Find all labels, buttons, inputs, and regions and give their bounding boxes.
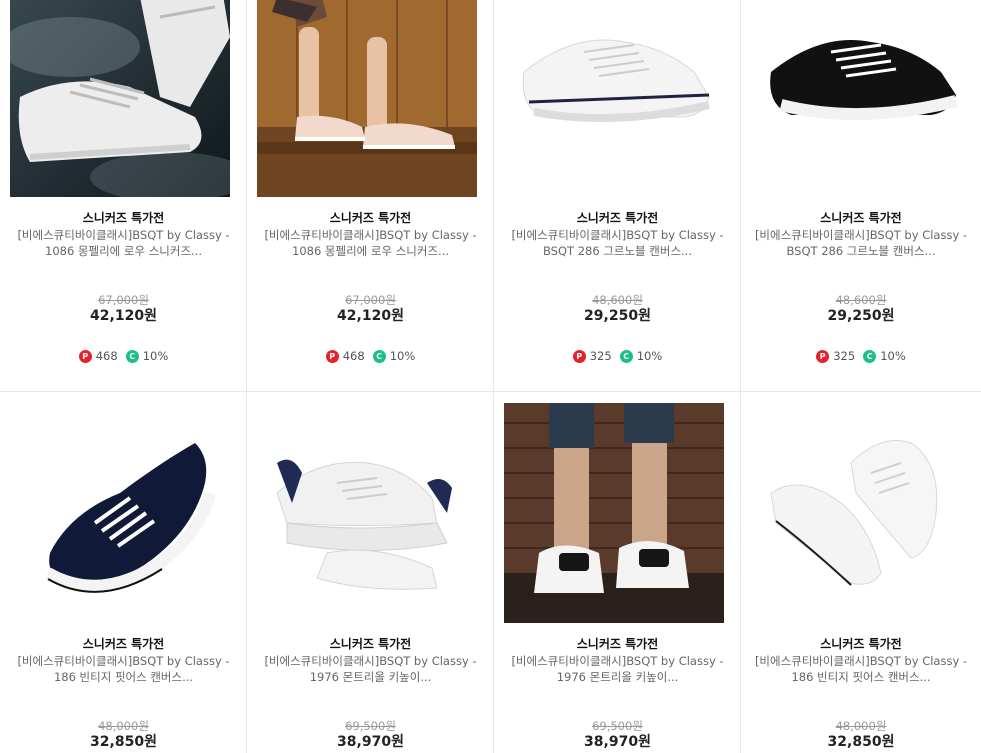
benefits: P 325 C 10%: [741, 349, 981, 363]
coupon-icon: C: [372, 349, 386, 363]
event-badge: 스니커즈 특가전: [82, 211, 165, 225]
original-price: 67,000원: [345, 293, 396, 307]
product-image[interactable]: [257, 0, 477, 197]
point-value: 325: [589, 349, 612, 363]
product-name[interactable]: [비에스큐티바이클래시]BSQT by Classy - 186 빈티지 핏어스…: [748, 653, 974, 685]
original-price: 69,500원: [592, 719, 643, 733]
product-name[interactable]: [비에스큐티바이클래시]BSQT by Classy - BSQT 286 그르…: [748, 227, 974, 259]
product-name-line1: [비에스큐티바이클래시]BSQT by Classy -: [17, 654, 230, 668]
product-name-line2: BSQT 286 그르노블 캔버스...: [542, 244, 692, 258]
black-canvas-sneaker-image: [751, 0, 971, 197]
product-image[interactable]: [504, 0, 724, 197]
original-price: 48,600원: [592, 293, 643, 307]
product-card[interactable]: 스니커즈 특가전 [비에스큐티바이클래시]BSQT by Classy - 10…: [0, 0, 247, 392]
benefits: P 468 C 10%: [247, 349, 493, 363]
point-icon: P: [572, 349, 586, 363]
product-name[interactable]: [비에스큐티바이클래시]BSQT by Classy - 1086 몽펠리에 로…: [258, 227, 484, 259]
product-name-line2: 186 빈티지 핏어스 캔버스...: [53, 670, 194, 684]
original-price: 48,000원: [835, 719, 887, 733]
product-image[interactable]: [10, 403, 230, 623]
original-price: 48,000원: [98, 719, 149, 733]
product-name[interactable]: [비에스큐티바이클래시]BSQT by Classy - 186 빈티지 핏어스…: [11, 653, 237, 685]
product-name-line1: [비에스큐티바이클래시]BSQT by Classy -: [754, 654, 968, 668]
product-grid: 스니커즈 특가전 [비에스큐티바이클래시]BSQT by Classy - 10…: [0, 0, 981, 753]
product-name-line2: 186 빈티지 핏어스 캔버스...: [791, 670, 931, 684]
sale-price: 38,970원: [337, 734, 404, 750]
point-icon: P: [325, 349, 339, 363]
product-name-line2: 1976 몬트리올 키높이...: [309, 670, 432, 684]
coupon-value: 10%: [880, 349, 906, 363]
event-badge: 스니커즈 특가전: [820, 211, 902, 225]
product-name-line2: BSQT 286 그르노블 캔버스...: [786, 244, 936, 258]
product-name[interactable]: [비에스큐티바이클래시]BSQT by Classy - BSQT 286 그르…: [505, 227, 731, 259]
product-card[interactable]: 스니커즈 특가전 [비에스큐티바이클래시]BSQT by Classy - 19…: [494, 393, 741, 753]
product-image[interactable]: [10, 0, 230, 197]
event-badge: 스니커즈 특가전: [82, 637, 165, 651]
benefits: P 325 C 10%: [494, 349, 740, 363]
coupon-icon: C: [125, 349, 139, 363]
coupon-icon: C: [863, 349, 877, 363]
sale-price: 38,970원: [584, 734, 651, 750]
navy-canvas-sneaker-image: [10, 403, 230, 623]
coupon-value: 10%: [142, 349, 169, 363]
product-image[interactable]: [257, 403, 477, 623]
model-wearing-sneakers-image: [257, 0, 477, 197]
event-badge: 스니커즈 특가전: [820, 637, 902, 651]
product-name[interactable]: [비에스큐티바이클래시]BSQT by Classy - 1086 몽펠리에 로…: [11, 227, 237, 259]
white-leather-navy-heel-sneaker-image: [257, 403, 477, 623]
product-name-line1: [비에스큐티바이클래시]BSQT by Classy -: [264, 228, 477, 242]
original-price: 67,000원: [98, 293, 149, 307]
product-card[interactable]: 스니커즈 특가전 [비에스큐티바이클래시]BSQT by Classy - 18…: [0, 393, 247, 753]
sale-price: 42,120원: [90, 308, 157, 324]
point-icon: P: [816, 349, 830, 363]
event-badge: 스니커즈 특가전: [329, 637, 412, 651]
white-canvas-sneaker-image: [504, 0, 724, 197]
point-icon: P: [78, 349, 92, 363]
product-name-line1: [비에스큐티바이클래시]BSQT by Classy -: [264, 654, 477, 668]
sale-price: 29,250원: [584, 308, 651, 324]
product-name-line1: [비에스큐티바이클래시]BSQT by Classy -: [511, 654, 724, 668]
product-card[interactable]: 스니커즈 특가전 [비에스큐티바이클래시]BSQT by Classy - 19…: [247, 393, 494, 753]
product-image[interactable]: [751, 0, 971, 197]
original-price: 69,500원: [345, 719, 396, 733]
product-card[interactable]: 스니커즈 특가전 [비에스큐티바이클래시]BSQT by Classy - 18…: [741, 393, 981, 753]
product-name[interactable]: [비에스큐티바이클래시]BSQT by Classy - 1976 몬트리올 키…: [505, 653, 731, 685]
product-name-line1: [비에스큐티바이클래시]BSQT by Classy -: [754, 228, 968, 242]
benefits: P 468 C 10%: [0, 349, 246, 363]
point-value: 468: [95, 349, 118, 363]
model-walking-sneakers-brick-wall-image: [504, 403, 724, 623]
product-name-line2: 1086 몽펠리에 로우 스니커즈...: [292, 244, 449, 258]
original-price: 48,600원: [835, 293, 887, 307]
sale-price: 42,120원: [337, 308, 404, 324]
event-badge: 스니커즈 특가전: [576, 637, 659, 651]
product-name-line1: [비에스큐티바이클래시]BSQT by Classy -: [17, 228, 230, 242]
coupon-icon: C: [619, 349, 633, 363]
product-name-line2: 1976 몬트리올 키높이...: [556, 670, 679, 684]
white-leather-sneaker-smoke-image: [10, 0, 230, 197]
product-card[interactable]: 스니커즈 특가전 [비에스큐티바이클래시]BSQT by Classy - 10…: [247, 0, 494, 392]
event-badge: 스니커즈 특가전: [576, 211, 659, 225]
product-image[interactable]: [504, 403, 724, 623]
product-name-line1: [비에스큐티바이클래시]BSQT by Classy -: [511, 228, 724, 242]
event-badge: 스니커즈 특가전: [329, 211, 412, 225]
sale-price: 32,850원: [827, 734, 895, 750]
product-name-line2: 1086 몽펠리에 로우 스니커즈...: [45, 244, 202, 258]
product-card[interactable]: 스니커즈 특가전 [비에스큐티바이클래시]BSQT by Classy - BS…: [494, 0, 741, 392]
point-value: 325: [833, 349, 856, 363]
coupon-value: 10%: [636, 349, 663, 363]
white-canvas-sneakers-pair-image: [751, 403, 971, 623]
coupon-value: 10%: [389, 349, 416, 363]
sale-price: 29,250원: [827, 308, 895, 324]
product-card[interactable]: 스니커즈 특가전 [비에스큐티바이클래시]BSQT by Classy - BS…: [741, 0, 981, 392]
product-image[interactable]: [751, 403, 971, 623]
point-value: 468: [342, 349, 365, 363]
product-name[interactable]: [비에스큐티바이클래시]BSQT by Classy - 1976 몬트리올 키…: [258, 653, 484, 685]
sale-price: 32,850원: [90, 734, 157, 750]
